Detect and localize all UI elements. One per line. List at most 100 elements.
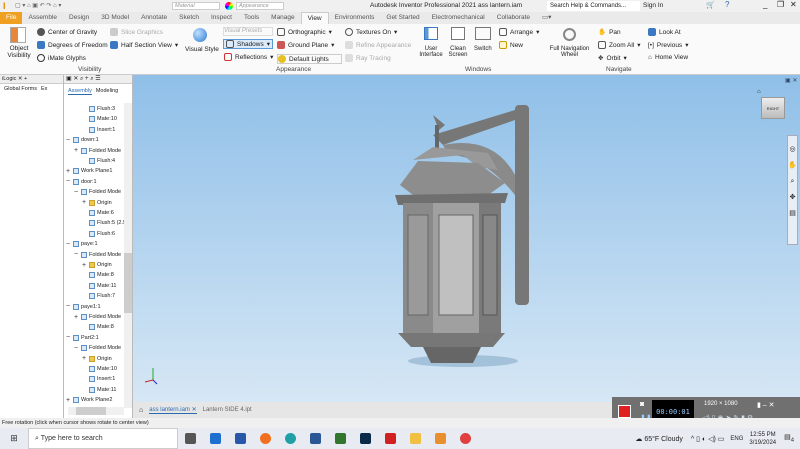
browser-toolbar[interactable]: ▣ ✕ ⌕ + ⌕ ☰ (64, 75, 132, 84)
viewcube[interactable]: RIGHT (761, 97, 785, 119)
tree-item[interactable]: Mate:10 (82, 364, 117, 374)
tab-modeling[interactable]: Modeling (96, 88, 118, 95)
tab-annotate[interactable]: Annotate (135, 12, 173, 24)
shadows-toggle[interactable]: Shadows ▾ (223, 39, 274, 49)
system-tray-icons[interactable]: ^ ▯ ◐ ◁) ▭ (691, 435, 724, 443)
home-view-icon[interactable]: ⌂ (757, 89, 761, 95)
center-of-gravity-button[interactable]: Center of Gravity (37, 28, 97, 36)
tree-item[interactable]: − Folded Mode (74, 343, 121, 353)
tree-item[interactable]: + Origin (82, 198, 112, 208)
tab-view[interactable]: View (300, 12, 329, 24)
tab-environments[interactable]: Environments (329, 12, 381, 24)
doc-tab-ass-lantern[interactable]: ass lantern.iam ✕ (149, 406, 197, 414)
firefox-icon[interactable] (260, 433, 271, 444)
chrome-icon[interactable] (460, 433, 471, 444)
autocad-icon[interactable] (385, 433, 396, 444)
tree-item[interactable]: Flush:5 (2.5r (82, 218, 128, 228)
panel-options-icon[interactable]: ▭▾ (536, 12, 557, 24)
look-at-button[interactable]: Look At (648, 28, 681, 36)
expand-toggle[interactable]: − (74, 251, 79, 258)
store-icon[interactable] (235, 433, 246, 444)
visual-presets-dropdown[interactable]: Visual Presets (223, 27, 273, 36)
tree-item[interactable]: Mate:10 (82, 114, 117, 124)
tree-item[interactable]: − Folded Mode (74, 250, 121, 260)
cart-icon[interactable]: 🛒 (706, 1, 715, 9)
tree-item[interactable]: − Folded Mode (74, 187, 121, 197)
inventor-icon[interactable] (435, 433, 446, 444)
tree-item[interactable]: − paye:1 (66, 239, 98, 249)
object-visibility-button[interactable]: Object Visibility (4, 45, 34, 59)
pan-icon[interactable]: ✋ (788, 158, 797, 174)
tree-item[interactable]: + Origin (82, 354, 112, 364)
expand-toggle[interactable]: − (66, 303, 71, 310)
tab-tools[interactable]: Tools (238, 12, 265, 24)
expand-toggle[interactable]: + (82, 355, 87, 362)
tab-assembly[interactable]: Assembly (68, 88, 92, 95)
textures-on-button[interactable]: Textures On ▾ (345, 28, 397, 36)
home-view-button[interactable]: ⌂ Home View (648, 54, 688, 61)
tree-item[interactable]: + Work Plane2 (66, 395, 112, 405)
doc-tab-lantern-side[interactable]: Lantern SIDE 4.ipt (203, 407, 252, 413)
windows-start-icon[interactable]: ⊞ (0, 433, 28, 444)
orthographic-button[interactable]: Orthographic ▾ (277, 28, 332, 36)
horizontal-scrollbar[interactable] (68, 407, 124, 415)
clock[interactable]: 12:55 PM 3/19/2024 (749, 431, 776, 447)
help-icon[interactable]: ? (725, 0, 729, 9)
tree-item[interactable]: Insert:1 (82, 374, 115, 384)
switch-button[interactable]: Switch (474, 46, 492, 52)
minimize-button[interactable]: _ (763, 0, 767, 9)
visual-style-button[interactable]: Visual Style (185, 46, 219, 53)
tree-item[interactable]: Mate:8 (82, 322, 114, 332)
orbit-button[interactable]: ✥ Orbit ▾ (598, 54, 627, 63)
expand-toggle[interactable]: − (66, 241, 71, 248)
file-explorer-icon[interactable] (410, 433, 421, 444)
tab-assemble[interactable]: Assemble (22, 12, 63, 24)
navigation-bar[interactable]: ◎ ✋ ⌕ ✥ ▤ (787, 135, 798, 245)
maximize-button[interactable]: ❐ (777, 0, 784, 9)
tab-design[interactable]: Design (63, 12, 95, 24)
restore-viewport-icon[interactable]: ▣ ✕ (785, 77, 797, 84)
tree-item[interactable]: Insert:1 (82, 125, 115, 135)
imate-glyphs-button[interactable]: iMate Glyphs (37, 54, 86, 62)
degrees-of-freedom-button[interactable]: Degrees of Freedom (37, 41, 108, 49)
expand-toggle[interactable]: − (66, 178, 71, 185)
previous-view-button[interactable]: [•] Previous ▾ (648, 41, 688, 50)
close-tab-icon[interactable]: ✕ (192, 407, 197, 413)
tab-electromechanical[interactable]: Electromechanical (426, 12, 491, 24)
appearance-dropdown[interactable]: Appearance (236, 2, 284, 10)
expand-toggle[interactable]: + (66, 168, 71, 175)
ray-tracing-button[interactable]: Ray Tracing (345, 54, 391, 62)
ground-plane-button[interactable]: Ground Plane ▾ (277, 41, 334, 49)
vertical-scrollbar[interactable] (124, 103, 132, 408)
expand-toggle[interactable]: + (66, 397, 71, 404)
orbit-icon[interactable]: ✥ (788, 190, 797, 206)
tree-item[interactable]: Mate:11 (82, 385, 116, 395)
notifications-icon[interactable]: ▤4 (784, 433, 794, 443)
tree-item[interactable]: − paye1:1 (66, 302, 101, 312)
tab-manage[interactable]: Manage (265, 12, 301, 24)
clean-screen-button[interactable]: Clean Screen (447, 46, 469, 58)
reflections-button[interactable]: Reflections ▾ (224, 53, 273, 61)
expand-toggle[interactable]: − (74, 189, 79, 196)
tree-item[interactable]: Mate:6 (82, 208, 114, 218)
inventor-logo-icon[interactable]: I (3, 1, 6, 11)
half-section-view-button[interactable]: Half Section View ▾ (110, 41, 178, 49)
word-icon[interactable] (310, 433, 321, 444)
expand-toggle[interactable]: + (82, 262, 87, 269)
tree-item[interactable]: Mate:11 (82, 281, 116, 291)
camera-icon[interactable]: ◙ (640, 401, 644, 408)
ilogic-tab[interactable]: iLogic (2, 76, 16, 82)
tree-item[interactable]: − Part2:1 (66, 333, 99, 343)
expand-toggle[interactable]: + (74, 147, 79, 154)
refine-appearance-button[interactable]: Refine Appearance (345, 41, 411, 49)
user-interface-button[interactable]: User Interface (418, 46, 444, 58)
expand-toggle[interactable]: + (74, 314, 79, 321)
tree-item[interactable]: Flush:7 (82, 291, 115, 301)
pan-button[interactable]: ✋ Pan (598, 28, 621, 37)
project-icon[interactable] (335, 433, 346, 444)
home-tab-icon[interactable]: ⌂ (139, 407, 143, 414)
close-button[interactable]: ✕ (790, 0, 797, 9)
tab-collaborate[interactable]: Collaborate (491, 12, 536, 24)
tree-item[interactable]: + Work Plane1 (66, 166, 112, 176)
sign-in-button[interactable]: Sign In (643, 2, 663, 9)
